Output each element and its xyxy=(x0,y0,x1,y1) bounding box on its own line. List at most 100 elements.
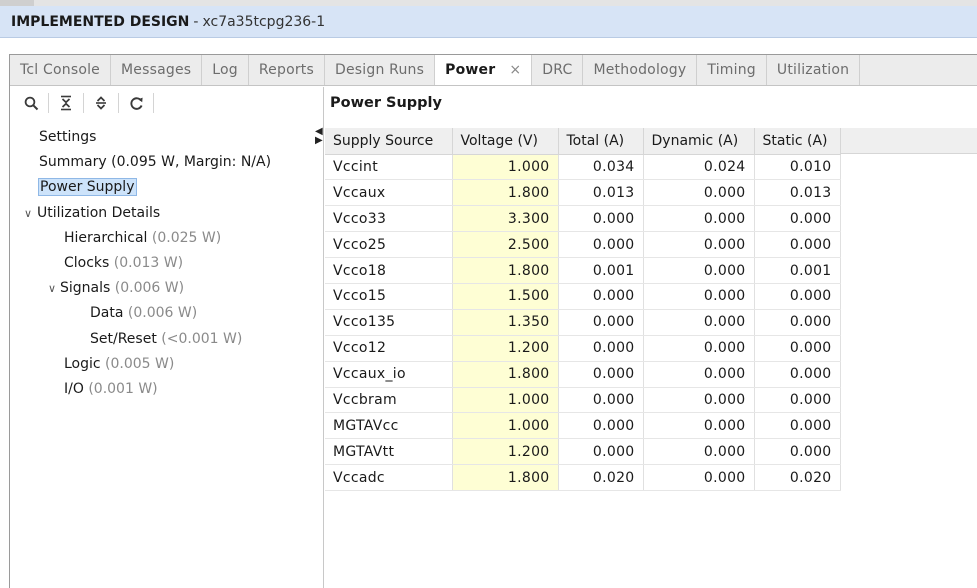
table-cell: 0.000 xyxy=(643,412,755,440)
table-cell: MGTAVtt xyxy=(325,438,453,466)
tab-tcl-console[interactable]: Tcl Console xyxy=(10,55,111,85)
table-cell: 0.001 xyxy=(558,257,644,284)
table-cell: 0.000 xyxy=(558,283,644,310)
tab-drc[interactable]: DRC xyxy=(532,55,584,85)
tab-log[interactable]: Log xyxy=(202,55,249,85)
table-cell: MGTAVcc xyxy=(325,412,453,440)
design-title-bar: IMPLEMENTED DESIGN - xc7a35tcpg236-1 xyxy=(0,6,977,38)
table-cell: 0.010 xyxy=(754,154,841,181)
tab-timing[interactable]: Timing xyxy=(697,55,767,85)
table-cell: 0.000 xyxy=(558,438,644,466)
table-cell: 0.001 xyxy=(754,257,841,284)
table-cell: 0.000 xyxy=(558,335,644,362)
splitter-arrows-icon[interactable]: ◀ ▶ xyxy=(315,127,323,157)
table-cell: 0.000 xyxy=(558,231,644,259)
table-row[interactable]: Vccaux 1.800 0.013 0.000 0.013 xyxy=(325,179,841,207)
chevron-down-icon[interactable]: ∨ xyxy=(24,201,36,226)
tree-item-value: (0.006 W) xyxy=(114,280,185,297)
table-row[interactable]: Vcco135 1.350 0.000 0.000 0.000 xyxy=(325,309,841,336)
search-icon[interactable] xyxy=(20,92,42,114)
table-cell: 0.020 xyxy=(558,464,644,492)
table-row[interactable]: MGTAVcc 1.000 0.000 0.000 0.000 xyxy=(325,412,841,440)
column-header[interactable]: Voltage (V) xyxy=(452,128,559,155)
table-cell: 0.000 xyxy=(643,335,755,362)
table-row[interactable]: Vcco18 1.800 0.001 0.000 0.001 xyxy=(325,257,841,284)
table-cell: 0.000 xyxy=(643,231,755,259)
table-cell: Vcco18 xyxy=(325,257,453,284)
table-cell: 0.034 xyxy=(558,154,644,181)
tab-label: Methodology xyxy=(593,62,687,78)
table-cell: Vcco15 xyxy=(325,283,453,310)
table-cell: 0.000 xyxy=(643,257,755,284)
navigator-toolbar xyxy=(10,87,323,119)
tab-bar: Tcl Console Messages Log Reports Design … xyxy=(10,55,977,86)
tab-label: Design Runs xyxy=(334,62,425,78)
tree-item-logic[interactable]: Logic (0.005 W) xyxy=(10,352,323,377)
table-row[interactable]: Vccint 1.000 0.034 0.024 0.010 xyxy=(325,154,841,181)
tab-label: Tcl Console xyxy=(20,62,100,78)
tree-item-label: Logic xyxy=(64,355,101,372)
tree-item-value: (0.025 W) xyxy=(151,229,222,246)
tab-utilization[interactable]: Utilization xyxy=(767,55,861,85)
table-cell: Vcco25 xyxy=(325,231,453,259)
tab-label: Power xyxy=(445,62,496,78)
table-cell: 0.000 xyxy=(558,387,644,414)
table-cell: 0.000 xyxy=(754,412,841,440)
tab-reports[interactable]: Reports xyxy=(249,55,325,85)
tab-messages[interactable]: Messages xyxy=(111,55,203,85)
table-cell: 1.800 xyxy=(452,257,559,284)
column-header[interactable]: Supply Source xyxy=(325,128,453,155)
collapse-all-icon[interactable] xyxy=(55,92,77,114)
tree-item-utilization-details[interactable]: ∨ Utilization Details xyxy=(10,201,323,226)
bottom-panel: Tcl Console Messages Log Reports Design … xyxy=(9,54,977,588)
table-cell: 0.013 xyxy=(754,179,841,207)
table-cell: 0.000 xyxy=(643,361,755,388)
tree-item-value: (0.005 W) xyxy=(105,355,175,372)
tree-item-label: Settings xyxy=(39,129,97,145)
table-cell: Vccaux_io xyxy=(325,361,453,388)
column-header[interactable]: Total (A) xyxy=(558,128,644,155)
table-cell: 1.200 xyxy=(452,438,559,466)
tree-item-data[interactable]: Data (0.006 W) xyxy=(10,301,323,326)
tree-item-label: Data xyxy=(90,305,124,322)
expand-all-icon[interactable] xyxy=(90,92,112,114)
table-row[interactable]: Vcco33 3.300 0.000 0.000 0.000 xyxy=(325,205,841,233)
column-header[interactable]: Static (A) xyxy=(754,128,841,155)
table-cell: 0.000 xyxy=(754,361,841,388)
table-row[interactable]: Vccadc 1.800 0.020 0.000 0.020 xyxy=(325,464,841,492)
refresh-icon[interactable] xyxy=(125,92,147,114)
table-row[interactable]: Vcco15 1.500 0.000 0.000 0.000 xyxy=(325,283,841,310)
table-row[interactable]: Vccbram 1.000 0.000 0.000 0.000 xyxy=(325,387,841,414)
table-cell: 0.000 xyxy=(643,205,755,233)
tree-item-power-supply[interactable]: Power Supply xyxy=(10,175,323,200)
tree-item-settings[interactable]: Settings xyxy=(10,125,323,150)
tree-item-io[interactable]: I/O (0.001 W) xyxy=(10,377,323,402)
tree-item-value: (0.001 W) xyxy=(88,380,158,397)
tree-item-set-reset[interactable]: Set/Reset (<0.001 W) xyxy=(10,327,323,352)
tab-label: Messages xyxy=(121,62,192,78)
table-cell: Vcco33 xyxy=(325,205,453,233)
tab-power[interactable]: Power × xyxy=(435,55,533,85)
tree-item-signals[interactable]: ∨ Signals (0.006 W) xyxy=(10,276,323,301)
table-cell: Vccaux xyxy=(325,179,453,207)
close-tab-icon[interactable]: × xyxy=(509,62,521,78)
table-cell: 0.020 xyxy=(754,464,841,492)
table-row[interactable]: Vcco12 1.200 0.000 0.000 0.000 xyxy=(325,335,841,362)
table-cell: 1.000 xyxy=(452,154,559,181)
table-cell: 0.000 xyxy=(643,387,755,414)
column-header[interactable]: Dynamic (A) xyxy=(643,128,755,155)
tab-design-runs[interactable]: Design Runs xyxy=(325,55,436,85)
table-row[interactable]: MGTAVtt 1.200 0.000 0.000 0.000 xyxy=(325,438,841,466)
table-cell: Vccint xyxy=(325,154,453,181)
tab-methodology[interactable]: Methodology xyxy=(583,55,698,85)
tree-item-hierarchical[interactable]: Hierarchical (0.025 W) xyxy=(10,226,323,251)
table-header-row: Supply Source Voltage (V) Total (A) Dyna… xyxy=(325,128,841,155)
chevron-down-icon[interactable]: ∨ xyxy=(48,276,60,301)
table-row[interactable]: Vccaux_io 1.800 0.000 0.000 0.000 xyxy=(325,361,841,388)
tree-item-summary[interactable]: Summary (0.095 W, Margin: N/A) xyxy=(10,150,323,175)
table-body: Vccint 1.000 0.034 0.024 0.010 Vccaux 1.800 0.0… xyxy=(325,154,841,492)
table-cell: 1.500 xyxy=(452,283,559,310)
tree-item-clocks[interactable]: Clocks (0.013 W) xyxy=(10,251,323,276)
table-cell: 0.000 xyxy=(754,205,841,233)
table-row[interactable]: Vcco25 2.500 0.000 0.000 0.000 xyxy=(325,231,841,259)
